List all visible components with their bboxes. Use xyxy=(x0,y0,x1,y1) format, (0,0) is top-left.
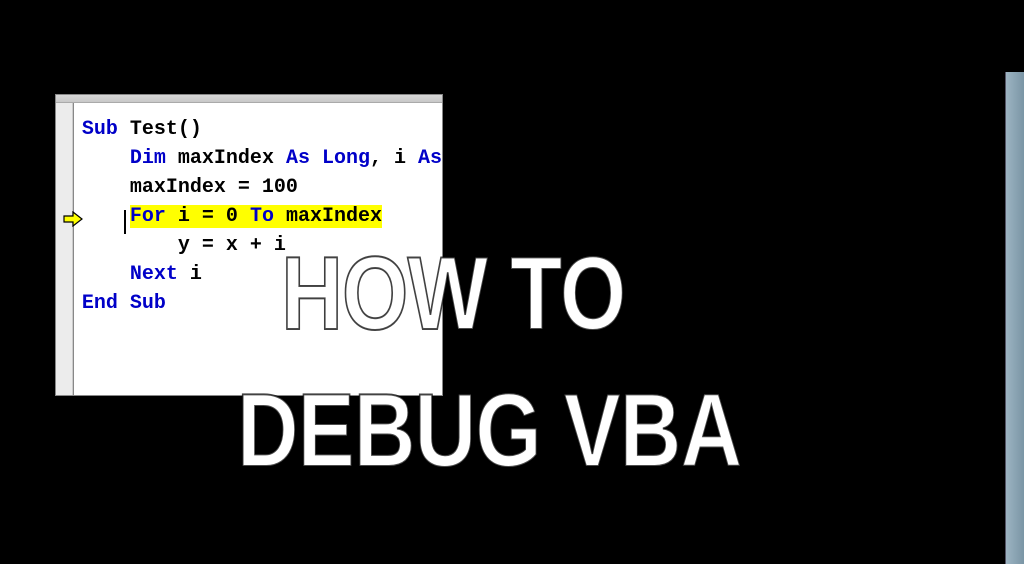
code-text: , i xyxy=(370,147,418,170)
vertical-scrollbar[interactable] xyxy=(1005,72,1024,564)
keyword-as: As xyxy=(418,147,442,170)
keyword-to: To xyxy=(250,205,274,228)
code-line-4-highlighted: For i = 0 To maxIndex xyxy=(82,202,442,231)
code-text: i xyxy=(178,263,202,286)
title-line-2: DEBUG VBA xyxy=(237,382,741,481)
keyword-end-sub: End Sub xyxy=(82,292,166,315)
code-line-2: Dim maxIndex As Long, i As xyxy=(82,144,442,173)
text-cursor xyxy=(124,210,126,234)
code-text: maxIndex xyxy=(274,205,382,228)
keyword-next: Next xyxy=(130,263,178,286)
window-title-bar xyxy=(56,95,442,103)
code-text: Test() xyxy=(118,118,202,141)
title-overlay: HOW TO DEBUG VBA xyxy=(237,245,741,481)
code-line-1: Sub Test() xyxy=(82,115,442,144)
code-text: i = 0 xyxy=(166,205,250,228)
code-text: maxIndex xyxy=(166,147,286,170)
keyword-sub: Sub xyxy=(82,118,118,141)
code-line-3: maxIndex = 100 xyxy=(82,173,442,202)
breakpoint-gutter[interactable] xyxy=(56,103,73,395)
keyword-dim: Dim xyxy=(130,147,166,170)
code-text: maxIndex = 100 xyxy=(130,176,298,199)
keyword-as-long: As Long xyxy=(286,147,370,170)
title-line-1: HOW TO xyxy=(237,245,741,344)
keyword-for: For xyxy=(130,205,166,228)
